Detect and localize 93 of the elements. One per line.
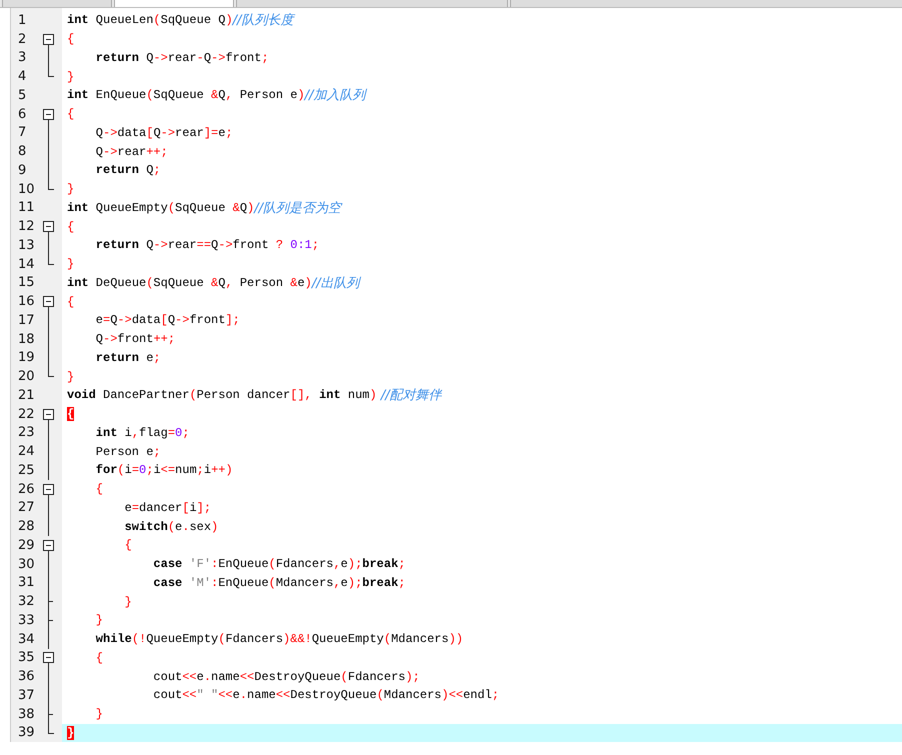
code-line: } <box>66 181 76 198</box>
code-line: { <box>66 31 76 48</box>
code-line: return Q->rear-Q->front; <box>94 50 270 67</box>
line-number: 27 <box>17 499 36 518</box>
line-number: 9 <box>17 162 28 180</box>
line-number: 26 <box>17 480 36 498</box>
fold-collapse-icon[interactable] <box>43 652 55 668</box>
line-number: 11 <box>17 199 36 218</box>
line-number: 37 <box>17 686 36 705</box>
code-line: return Q->rear==Q->front ? 0:1; <box>94 237 320 254</box>
code-line: while(!QueueEmpty(Fdancers)&&!QueueEmpty(Mdancers)) <box>94 631 464 648</box>
code-line: { <box>94 481 104 498</box>
fold-collapse-icon[interactable] <box>43 296 55 312</box>
line-number: 17 <box>17 312 36 330</box>
code-line: Q->front++; <box>94 331 176 348</box>
code-line: return e; <box>94 350 162 367</box>
line-number: 6 <box>17 106 28 124</box>
fold-branch-line <box>48 704 53 724</box>
code-line: case 'M':EnQueue(Mdancers,e);break; <box>152 574 406 592</box>
code-line: int QueueLen(SqQueue Q)//队列长度 <box>66 12 296 30</box>
line-number: 21 <box>17 386 36 405</box>
line-number: 13 <box>17 236 36 255</box>
fold-line <box>48 48 49 68</box>
line-number: 3 <box>17 49 28 68</box>
fold-collapse-icon[interactable] <box>43 108 55 124</box>
fold-end-line <box>48 254 54 265</box>
line-number: 30 <box>17 556 36 574</box>
line-number: 29 <box>17 536 36 555</box>
line-number: 38 <box>17 706 36 724</box>
code-line: void DancePartner(Person dancer[], int num) //配对舞伴 <box>66 387 444 405</box>
code-line: } <box>94 706 104 724</box>
code-line: cout<<e.name<<DestroyQueue(Fdancers); <box>152 668 421 686</box>
fold-collapse-icon[interactable] <box>43 484 55 499</box>
line-number: 19 <box>17 349 36 368</box>
line-number: 22 <box>17 406 36 424</box>
code-line: case 'F':EnQueue(Fdancers,e);break; <box>152 556 406 574</box>
line-number: 35 <box>17 649 36 668</box>
line-number: 32 <box>17 593 36 611</box>
line-number: 25 <box>17 462 36 480</box>
line-number: 16 <box>17 293 36 311</box>
code-line: } <box>66 256 76 274</box>
code-line: { <box>66 218 76 236</box>
line-number: 39 <box>17 724 36 742</box>
line-number: 7 <box>17 124 28 142</box>
line-number: 5 <box>17 86 28 105</box>
code-line: Person e; <box>94 444 162 461</box>
code-line: int i,flag=0; <box>94 424 190 442</box>
fold-collapse-icon[interactable] <box>43 34 55 49</box>
code-line: int DeQueue(SqQueue &Q, Person &e)//出队列 <box>66 274 362 292</box>
code-line: Q->data[Q->rear]=e; <box>94 124 234 142</box>
line-number: 34 <box>17 630 36 648</box>
code-line: for(i=0;i<=num;i++) <box>94 462 234 480</box>
code-line: int EnQueue(SqQueue &Q, Person e)//加入队列 <box>66 87 368 105</box>
line-number: 8 <box>17 143 28 161</box>
code-line: } <box>124 594 133 611</box>
line-number: 15 <box>17 274 36 292</box>
code-line: { <box>66 106 76 124</box>
line-number: 23 <box>17 424 36 442</box>
code-line: e=Q->data[Q->front]; <box>94 312 241 330</box>
fold-end-line <box>48 367 54 378</box>
code-line: cout<<" "<<e.name<<DestroyQueue(Mdancers)<<endl; <box>152 687 500 704</box>
line-number: 1 <box>17 12 28 30</box>
code-line: switch(e.sex) <box>124 518 220 536</box>
code-line: int QueueEmpty(SqQueue &Q)//队列是否为空 <box>66 200 344 218</box>
fold-collapse-icon[interactable] <box>43 540 55 555</box>
line-number: 24 <box>17 443 36 461</box>
line-number: 31 <box>17 574 36 592</box>
code-line: } <box>94 612 104 630</box>
code-line: { <box>94 650 104 667</box>
line-number: 33 <box>17 612 36 630</box>
line-number: 20 <box>17 368 36 386</box>
code-line: Q->rear++; <box>94 144 169 161</box>
fold-collapse-icon[interactable] <box>43 408 55 424</box>
line-number: 28 <box>17 518 36 536</box>
line-number: 18 <box>17 330 36 348</box>
line-number: 4 <box>17 68 28 86</box>
line-number: 14 <box>17 256 36 274</box>
fold-end-line <box>48 724 54 734</box>
code-line: } <box>66 68 76 86</box>
line-number: 36 <box>17 668 36 686</box>
code-line: e=dancer[i]; <box>124 500 212 517</box>
code-line: { <box>66 294 76 311</box>
code-line: return Q; <box>94 162 162 180</box>
line-number: 10 <box>17 180 36 198</box>
fold-line <box>48 630 49 649</box>
code-line: } <box>66 368 76 386</box>
fold-end-line <box>48 67 54 78</box>
fold-end-line <box>48 180 54 190</box>
line-number: 12 <box>17 218 36 236</box>
code-line: { <box>124 537 133 554</box>
line-number: 2 <box>17 30 28 48</box>
fold-collapse-icon[interactable] <box>43 221 55 236</box>
fold-line <box>48 236 49 255</box>
